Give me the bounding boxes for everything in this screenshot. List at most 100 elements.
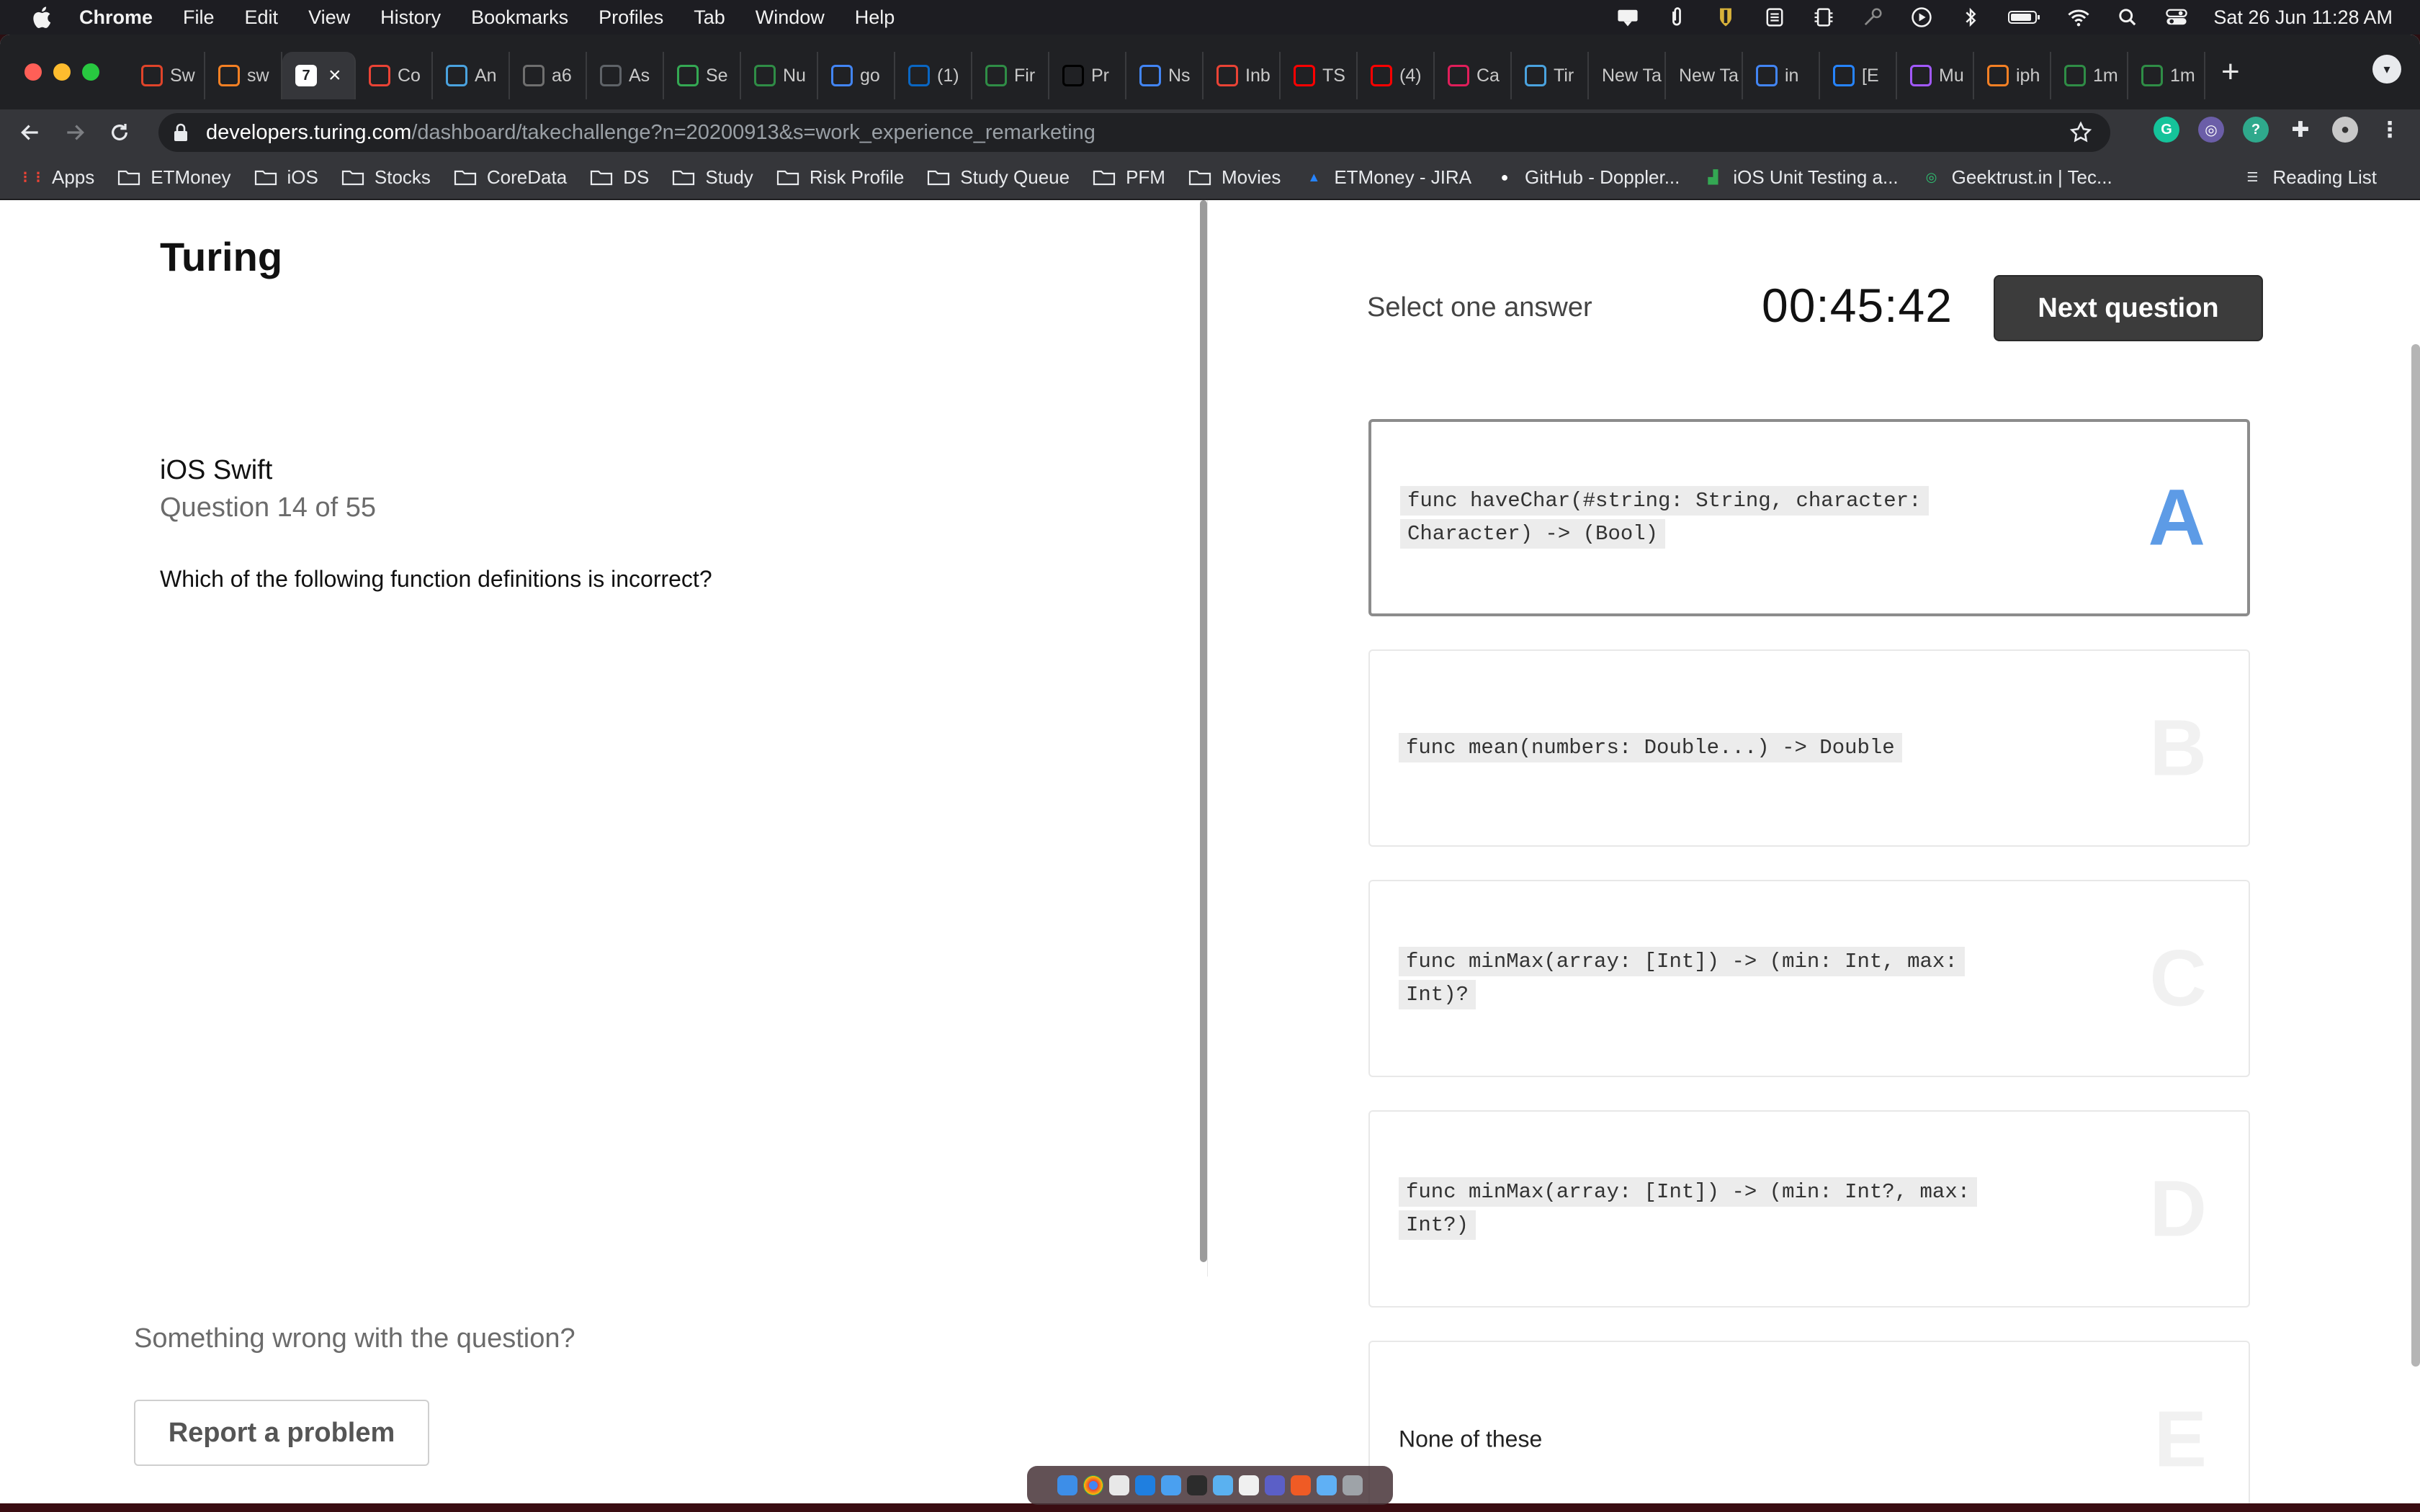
menu-bookmarks[interactable]: Bookmarks	[471, 6, 568, 29]
notification-icon[interactable]	[1615, 6, 1640, 28]
zoom-window-button[interactable]	[82, 63, 99, 81]
bookmark-item[interactable]: Stocks	[341, 166, 431, 189]
xcode-icon[interactable]	[1135, 1475, 1155, 1495]
menu-file[interactable]: File	[183, 6, 215, 29]
downloads-folder-icon[interactable]	[1317, 1475, 1337, 1495]
address-bar[interactable]: developers.turing.com/dashboard/takechal…	[158, 113, 2110, 152]
tab[interactable]: Co	[356, 52, 433, 99]
tab[interactable]: TS	[1281, 52, 1358, 99]
bookmark-item[interactable]: ⋮⋮ Apps	[19, 166, 94, 189]
tab[interactable]: Ca	[1435, 52, 1512, 99]
tab[interactable]: a6	[510, 52, 587, 99]
teams-icon[interactable]	[1265, 1475, 1285, 1495]
postman-icon[interactable]	[1291, 1475, 1311, 1495]
extension-badge-icon[interactable]: ?	[2243, 117, 2269, 143]
finder-icon[interactable]	[1057, 1475, 1077, 1495]
menu-history[interactable]: History	[380, 6, 441, 29]
menu-tab[interactable]: Tab	[694, 6, 725, 29]
tab[interactable]: (1)	[895, 52, 972, 99]
tab[interactable]: Ns	[1126, 52, 1204, 99]
page-scrollbar[interactable]	[2411, 344, 2420, 1367]
bookmark-item[interactable]: Study	[672, 166, 753, 189]
spotlight-search-icon[interactable]	[2115, 6, 2140, 28]
bookmark-item[interactable]: ▟ iOS Unit Testing a...	[1703, 166, 1898, 189]
tab[interactable]: Tir	[1512, 52, 1589, 99]
grammarly-icon[interactable]: G	[2154, 117, 2179, 143]
slack-icon[interactable]	[1109, 1475, 1129, 1495]
tab[interactable]: Mu	[1897, 52, 1974, 99]
tab[interactable]: go	[818, 52, 895, 99]
extension-globe-icon[interactable]: ◎	[2198, 117, 2224, 143]
tab-search-icon[interactable]: ▾	[2372, 55, 2401, 84]
close-window-button[interactable]	[24, 63, 42, 81]
key-icon[interactable]	[1860, 6, 1885, 28]
tab[interactable]: Inb	[1204, 52, 1281, 99]
answer-option-b[interactable]: func mean(numbers: Double...) -> Double B	[1368, 649, 2250, 847]
reload-button[interactable]	[105, 118, 134, 147]
menu-window[interactable]: Window	[756, 6, 825, 29]
tab[interactable]: Fir	[972, 52, 1049, 99]
bookmark-item[interactable]: ◎ Geektrust.in | Tec...	[1922, 166, 2112, 189]
lock-icon[interactable]	[173, 122, 189, 143]
tab-active[interactable]: 7 ×	[282, 52, 356, 99]
menu-edit[interactable]: Edit	[245, 6, 279, 29]
tab[interactable]: [E	[1820, 52, 1897, 99]
battery-icon[interactable]	[2007, 6, 2042, 28]
tab[interactable]: Se	[664, 52, 741, 99]
bookmark-item[interactable]: Study Queue	[927, 166, 1070, 189]
menu-profiles[interactable]: Profiles	[599, 6, 663, 29]
bookmark-item[interactable]: CoreData	[454, 166, 567, 189]
back-button[interactable]	[16, 118, 45, 147]
answer-option-c[interactable]: func minMax(array: [Int]) -> (min: Int, …	[1368, 880, 2250, 1077]
play-icon[interactable]	[1909, 6, 1934, 28]
bookmark-item[interactable]: ETMoney	[117, 166, 231, 189]
tab[interactable]: sw	[205, 52, 282, 99]
forward-button[interactable]	[60, 118, 89, 147]
tab[interactable]: New Ta	[1666, 52, 1743, 99]
trash-icon[interactable]	[1343, 1475, 1363, 1495]
next-question-button[interactable]: Next question	[1994, 275, 2263, 341]
bookmark-item[interactable]: DS	[590, 166, 649, 189]
tab[interactable]: Nu	[741, 52, 818, 99]
menu-view[interactable]: View	[308, 6, 350, 29]
terminal-icon[interactable]	[1187, 1475, 1207, 1495]
menu-clock[interactable]: Sat 26 Jun 11:28 AM	[2213, 6, 2393, 29]
close-tab-icon[interactable]: ×	[328, 63, 341, 88]
menu-help[interactable]: Help	[855, 6, 895, 29]
answer-option-d[interactable]: func minMax(array: [Int]) -> (min: Int?,…	[1368, 1110, 2250, 1308]
bookmark-item[interactable]: PFM	[1093, 166, 1165, 189]
tab[interactable]: Sw	[128, 52, 205, 99]
notes-icon[interactable]	[1239, 1475, 1259, 1495]
bookmark-item[interactable]: Risk Profile	[776, 166, 904, 189]
bookmark-item[interactable]: ● GitHub - Doppler...	[1494, 166, 1680, 189]
bookmark-item[interactable]: iOS	[254, 166, 318, 189]
memory-icon[interactable]	[1811, 6, 1836, 28]
tab[interactable]: An	[433, 52, 510, 99]
profile-avatar[interactable]: ●	[2332, 117, 2358, 143]
menu-app-chrome[interactable]: Chrome	[79, 6, 153, 29]
left-pane-scrollbar[interactable]	[1200, 200, 1207, 1262]
bookmark-star-icon[interactable]	[2069, 120, 2093, 145]
control-center-icon[interactable]	[2164, 6, 2189, 28]
maps-icon[interactable]	[1213, 1475, 1233, 1495]
tab[interactable]: 1m	[2051, 52, 2128, 99]
answer-option-a[interactable]: func haveChar(#string: String, character…	[1368, 419, 2250, 616]
finder-2-icon[interactable]	[1161, 1475, 1181, 1495]
bookmark-item[interactable]: Movies	[1188, 166, 1281, 189]
vpn-icon[interactable]	[1762, 6, 1787, 28]
tab[interactable]: 1m	[2128, 52, 2205, 99]
chrome-icon[interactable]	[1083, 1475, 1103, 1495]
tab[interactable]: (4)	[1358, 52, 1435, 99]
report-problem-button[interactable]: Report a problem	[134, 1400, 429, 1466]
tab[interactable]: New Ta	[1589, 52, 1666, 99]
tab[interactable]: iph	[1974, 52, 2051, 99]
paperclip-icon[interactable]	[1664, 6, 1689, 28]
tab[interactable]: As	[587, 52, 664, 99]
puzzle-extensions-icon[interactable]: ✚	[2287, 117, 2313, 143]
wifi-icon[interactable]	[2066, 6, 2091, 28]
answer-option-e[interactable]: None of these E	[1368, 1341, 2250, 1503]
apple-menu-icon[interactable]	[30, 5, 52, 30]
reading-list-button[interactable]: ☰ Reading List	[2242, 166, 2377, 189]
shield-icon[interactable]	[1713, 6, 1738, 28]
browser-menu-icon[interactable]: ⋮	[2377, 117, 2403, 143]
